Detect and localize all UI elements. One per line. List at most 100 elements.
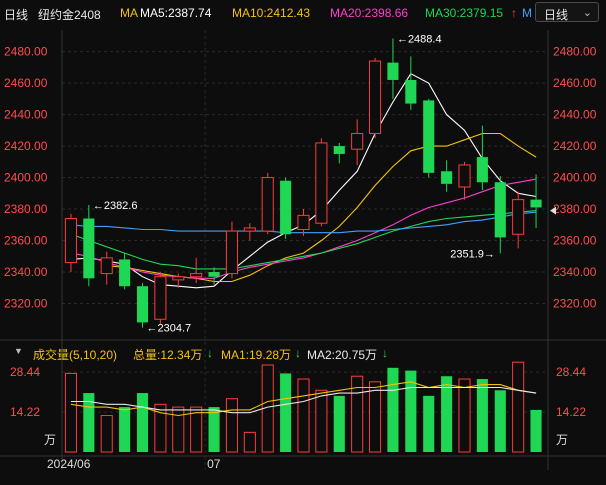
candle-body-down	[494, 182, 506, 238]
candle	[423, 98, 435, 178]
x-tick: 07	[207, 457, 221, 471]
y-tick-right: 2400.00	[553, 171, 597, 185]
y-tick-right: 2320.00	[553, 297, 597, 311]
volume-ma1-arrow: ↓	[295, 346, 301, 360]
volume-bar-up	[225, 398, 238, 453]
vol-unit-left: 万	[44, 433, 56, 447]
y-tick-left: 2460.00	[4, 76, 48, 90]
candle-body-down	[136, 286, 149, 323]
candle-body-up	[458, 164, 471, 188]
candle	[494, 175, 506, 254]
candle	[387, 38, 399, 99]
volume-ma2-line	[70, 386, 537, 414]
candle-body-down	[333, 146, 345, 154]
candle	[280, 177, 292, 239]
candle	[100, 251, 113, 285]
candle-body-up	[190, 273, 203, 278]
candle	[369, 57, 382, 139]
volume-ma2: MA2:20.75万	[307, 348, 378, 362]
ma30-value: MA30:2379.15	[425, 6, 504, 20]
y-tick-right: 2480.00	[553, 45, 597, 59]
candle-body-up	[64, 217, 77, 264]
candle-body-up	[297, 214, 310, 231]
volume-bar-up	[512, 361, 525, 453]
ma5-value: MA5:2387.74	[140, 6, 212, 20]
y-tick-left: 2480.00	[4, 45, 48, 59]
chevron-down-icon: ⌄	[582, 7, 592, 19]
candle	[190, 257, 203, 284]
candle	[297, 209, 310, 236]
volume-bar-up	[190, 406, 203, 453]
annotation-low: ←2304.7	[147, 323, 192, 335]
triangle-down-icon[interactable]: ▼	[14, 346, 23, 356]
ma20-line	[70, 178, 537, 279]
candle-body-up	[225, 230, 238, 275]
candle-body-down	[530, 199, 542, 208]
vol-tick-right: 14.22	[556, 405, 586, 419]
annotation-recent-low: 2351.9→	[450, 248, 495, 260]
candle	[243, 223, 256, 241]
candle-body-down	[423, 100, 435, 173]
candle-body-up	[100, 257, 113, 275]
x-tick: 2024/06	[47, 457, 91, 471]
candle	[476, 125, 488, 191]
period-dropdown[interactable]: 日线 ⌄	[535, 2, 599, 22]
volume-bar-down	[136, 393, 149, 452]
candle-body-down	[280, 180, 292, 235]
y-tick-right: 2460.00	[553, 76, 597, 90]
volume-bar-up	[458, 378, 471, 453]
volume-bar-down	[83, 393, 95, 452]
volume-bar-up	[154, 403, 167, 453]
candle-body-down	[405, 79, 417, 104]
candle	[458, 161, 471, 200]
volume-bar-down	[441, 376, 453, 452]
current-price-marker	[550, 206, 556, 215]
annotation-peak: ←2488.4	[397, 33, 442, 45]
candle	[225, 221, 238, 279]
y-tick-left: 2320.00	[4, 297, 48, 311]
ma30-arrow: ↑	[511, 6, 517, 20]
volume-bar-down	[530, 409, 542, 452]
volume-bar-up	[100, 415, 113, 453]
y-tick-left: 2360.00	[4, 234, 48, 248]
annotation-high: ←2382.6	[93, 200, 138, 212]
y-tick-left: 2420.00	[4, 139, 48, 153]
candle	[333, 142, 345, 164]
candle	[136, 283, 149, 328]
volume-ma1: MA1:19.28万	[221, 348, 292, 362]
ma60-line	[70, 211, 537, 234]
candle	[530, 174, 542, 228]
ma60-label: M	[522, 6, 532, 20]
volume-bar-up	[297, 378, 310, 453]
candle-body-up	[154, 276, 167, 320]
candle-body-down	[208, 272, 220, 277]
vol-tick-right: 28.44	[556, 365, 586, 379]
candle	[208, 267, 220, 285]
candle	[119, 253, 131, 290]
ma30-line	[70, 210, 537, 270]
candle	[64, 213, 77, 273]
vol-unit-right: 万	[556, 433, 568, 447]
candle-body-down	[476, 157, 488, 183]
volume-bar-up	[351, 375, 364, 453]
volume-bar-down	[476, 379, 488, 452]
volume-bar-down	[405, 370, 417, 452]
volume-bar-down	[280, 373, 292, 452]
volume-header: ▼ 成交量(5,10,20) 总量:12.34万 ↓ MA1:19.28万 ↓ …	[0, 344, 606, 364]
volume-ma2-arrow: ↓	[382, 346, 388, 360]
volume-bar-down	[333, 395, 345, 452]
volume-bar-down	[208, 407, 220, 452]
candle	[405, 56, 417, 110]
y-tick-right: 2360.00	[553, 234, 597, 248]
y-tick-left: 2340.00	[4, 265, 48, 279]
period-dropdown-label: 日线	[544, 8, 569, 22]
y-tick-right: 2380.00	[553, 202, 597, 216]
ma10-line	[106, 132, 537, 283]
candle-body-down	[441, 171, 453, 184]
y-tick-right: 2420.00	[553, 139, 597, 153]
candle	[351, 119, 364, 165]
candle-body-down	[387, 62, 399, 80]
ma20-value: MA20:2398.66	[330, 6, 409, 20]
candle-body-up	[369, 60, 382, 134]
volume-bar-down	[423, 395, 435, 452]
